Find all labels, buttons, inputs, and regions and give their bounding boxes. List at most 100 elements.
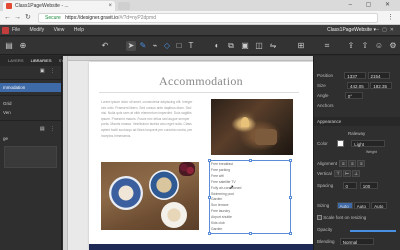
boolean-intersect-icon[interactable]: ◫: [254, 41, 264, 51]
new-tab-button[interactable]: [118, 2, 130, 10]
resize-handle[interactable]: [289, 196, 292, 199]
anchors-row: Anchors: [317, 102, 334, 110]
browser-menu-icon[interactable]: ⋮: [387, 14, 394, 22]
undo-icon[interactable]: ↶: [100, 41, 110, 51]
layer-item-ven[interactable]: Ven: [0, 108, 61, 117]
boolean-union-icon[interactable]: ⧉: [226, 41, 236, 51]
inspector-panel: Position 1337 2154 Size 442.05 182.35 An…: [313, 56, 400, 250]
sizing-auto-width[interactable]: Auto: [336, 202, 353, 210]
alignment-label: Alignment: [317, 161, 338, 166]
resize-handle[interactable]: [289, 232, 292, 235]
scale-font-checkbox[interactable]: [317, 215, 322, 221]
angle-field[interactable]: 0°: [344, 92, 363, 100]
mask-icon[interactable]: ◐: [212, 41, 222, 51]
resize-handle[interactable]: [289, 159, 292, 162]
tool-bar: ▤ ⊕ ↶ ➤ ✎ ⌁ ◇ □ T ◐ ⧉ ▣ ◫ ⇋ ⊞ ⌗ ⇪ ⇧ ☺ ⚙: [0, 37, 400, 55]
app-menubar: File Modify View Help Class1PageWebsite …: [0, 25, 400, 36]
pointer-tool-icon[interactable]: ➤: [126, 41, 136, 51]
divider: [0, 95, 61, 96]
layer-actions-icon[interactable]: ▣ ⋮: [40, 66, 57, 76]
rectangle-tool-icon[interactable]: □: [174, 41, 184, 51]
export-icon[interactable]: ⇪: [346, 41, 356, 51]
forward-icon[interactable]: →: [14, 13, 21, 23]
menu-modify[interactable]: Modify: [29, 27, 44, 33]
shape-tool-icon[interactable]: ◇: [162, 41, 172, 51]
browser-tab-strip: Class1PageWebsite - ... × – ▢ ✕: [0, 0, 400, 11]
menu-help[interactable]: Help: [74, 27, 84, 33]
pen-tool-icon[interactable]: ✎: [138, 41, 148, 51]
align-right-icon[interactable]: ≡: [357, 160, 366, 167]
url-host: https://designer.gravit.io: [65, 15, 119, 21]
browser-tab[interactable]: Class1PageWebsite - ... ×: [3, 1, 115, 11]
text-tool-icon[interactable]: T: [186, 41, 196, 51]
window-controls[interactable]: – ▢ ✕: [349, 0, 396, 11]
color-swatch[interactable]: [337, 140, 345, 148]
blending-label: Blending: [317, 239, 335, 244]
line-spacing-field[interactable]: 100: [359, 182, 378, 190]
lounge-photo[interactable]: [211, 99, 293, 155]
page-heading[interactable]: Accommodation: [89, 74, 313, 89]
close-tab-icon[interactable]: ×: [108, 1, 112, 11]
font-name[interactable]: Raleway: [348, 131, 365, 136]
tab-libraries[interactable]: LIBRARIES: [31, 58, 52, 63]
back-icon[interactable]: ←: [4, 13, 11, 23]
group-icon[interactable]: ⊞: [296, 41, 306, 51]
layers-header: ▣ ⋮: [0, 66, 61, 76]
page-thumbnail[interactable]: [4, 146, 57, 168]
snap-icon[interactable]: ⌗: [322, 41, 332, 51]
y-field[interactable]: 2154: [367, 72, 390, 80]
sizing-auto-height[interactable]: Auto: [353, 202, 370, 210]
width-field[interactable]: 442.05: [347, 82, 370, 90]
url-input[interactable]: Secure https://designer.gravit.io/#/?d=n…: [38, 13, 378, 23]
valign-middle-icon[interactable]: ⊢: [343, 170, 352, 177]
artboard-page[interactable]: Accommodation Lorem ipsum dolor sit amet…: [89, 62, 313, 250]
share-icon[interactable]: ⇧: [360, 41, 370, 51]
app-menu: File Modify View Help: [12, 25, 92, 36]
tab-layers[interactable]: LAYERS: [8, 58, 24, 63]
valign-top-icon[interactable]: ⊤: [334, 170, 343, 177]
sizing-fixed[interactable]: Auto: [371, 202, 388, 210]
breakfast-photo[interactable]: [101, 162, 199, 230]
letter-spacing-field[interactable]: 0: [342, 182, 357, 190]
blending-select[interactable]: Normal: [339, 238, 374, 246]
knife-tool-icon[interactable]: ⌁: [150, 41, 160, 51]
align-center-icon[interactable]: ≡: [348, 160, 357, 167]
berries-shape: [179, 162, 195, 176]
page-actions-icon[interactable]: ▤ ⋮: [40, 124, 57, 134]
settings-icon[interactable]: ⚙: [388, 41, 398, 51]
sizing-row: Sizing Auto Auto Auto: [317, 202, 388, 210]
account-icon[interactable]: ☺: [374, 41, 384, 51]
opacity-slider[interactable]: [350, 230, 396, 232]
menu-file[interactable]: File: [12, 27, 20, 33]
url-path: /#/?d=nyP2dpmd: [118, 15, 156, 21]
design-canvas[interactable]: Accommodation Lorem ipsum dolor sit amet…: [63, 56, 313, 250]
mouse-cursor-icon: ➚: [229, 185, 235, 191]
height-field[interactable]: 182.35: [370, 82, 393, 90]
position-label: Position: [317, 73, 334, 78]
flip-icon[interactable]: ⇋: [268, 41, 278, 51]
x-field[interactable]: 1337: [344, 72, 367, 80]
app-window-controls[interactable]: –▢✕: [376, 25, 397, 36]
lamp-shape: [241, 117, 249, 127]
valign-bottom-icon[interactable]: ⊥: [352, 170, 361, 177]
appearance-section[interactable]: Appearance: [314, 117, 400, 126]
layer-item-grid[interactable]: Grid: [0, 99, 61, 108]
boolean-subtract-icon[interactable]: ▣: [240, 41, 250, 51]
layer-item-accommodation[interactable]: mmodation: [0, 83, 61, 92]
menu-view[interactable]: View: [54, 27, 65, 33]
size-label: Size: [317, 83, 326, 88]
browser-tab-title: Class1PageWebsite - ...: [15, 3, 69, 9]
color-row: Color Light: [317, 140, 386, 148]
heading-divider: [99, 92, 299, 93]
align-left-icon[interactable]: ≡: [339, 160, 348, 167]
page-item[interactable]: ge: [0, 134, 61, 143]
amenities-list[interactable]: Free breakfast Free parking Free wifi Fr…: [211, 162, 289, 233]
reload-icon[interactable]: ↻: [25, 13, 31, 23]
pages-icon[interactable]: ▤: [4, 41, 14, 51]
document-title[interactable]: Class1PageWebsite ▾: [327, 25, 376, 36]
intro-paragraph[interactable]: Lorem ipsum dolor sit amet, consectetur …: [101, 100, 197, 139]
zoom-icon[interactable]: ⊕: [18, 41, 28, 51]
weight-select[interactable]: Light: [351, 140, 386, 148]
left-panel-tabs: LAYERS LIBRARIES SYMBOLS: [0, 56, 78, 66]
alignment-row: Alignment ≡ ≡ ≡: [317, 160, 366, 168]
